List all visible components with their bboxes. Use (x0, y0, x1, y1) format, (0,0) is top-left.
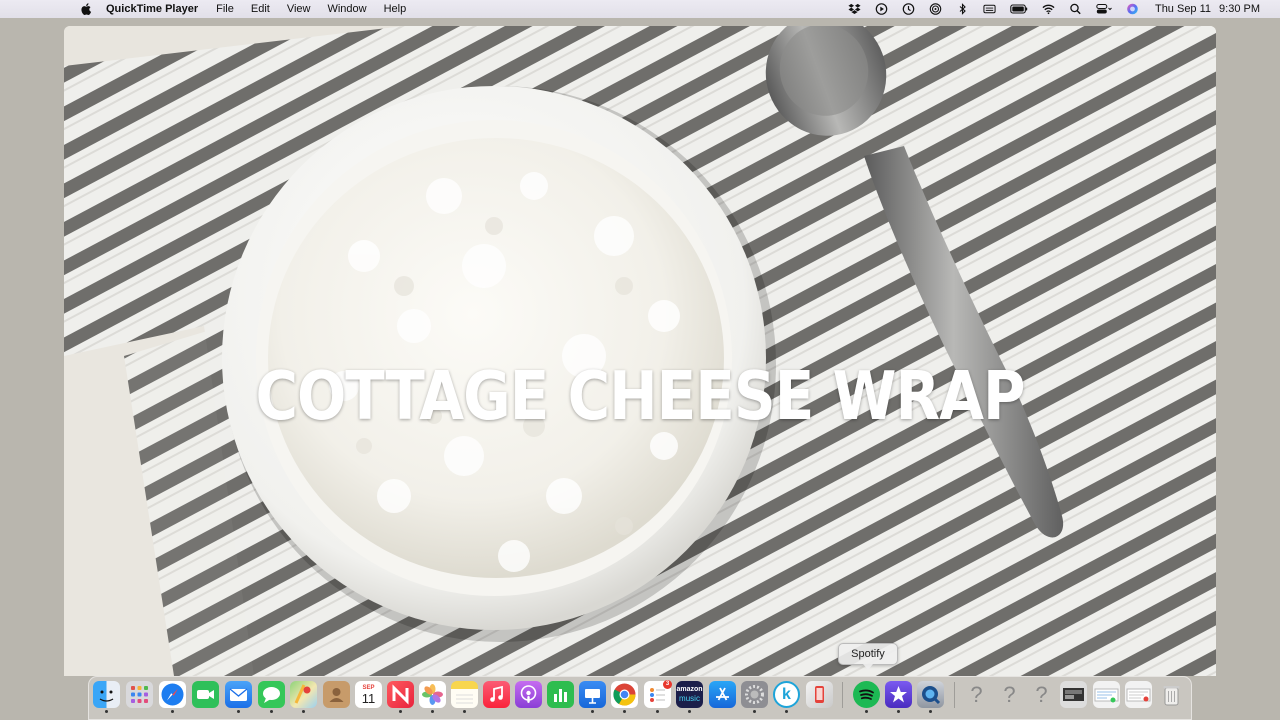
search-icon[interactable] (1069, 3, 1082, 15)
minimized-window-icon[interactable] (1125, 681, 1152, 708)
unknown-app-icon[interactable]: ? (963, 681, 990, 708)
quicktime-player-icon[interactable] (917, 681, 944, 708)
launchpad-icon[interactable] (126, 681, 153, 708)
running-indicator (865, 710, 868, 713)
app-name-menu[interactable]: QuickTime Player (106, 3, 198, 15)
contacts-icon[interactable] (323, 681, 350, 708)
amazon-music-icon[interactable]: amazon music (676, 681, 703, 708)
notes-icon[interactable] (451, 681, 478, 708)
menubar-time[interactable]: 9:30 PM (1219, 3, 1260, 15)
dock-tooltip: Spotify (838, 643, 898, 670)
photos-icon[interactable] (419, 681, 446, 708)
safari-icon[interactable] (159, 681, 186, 708)
running-indicator (237, 710, 240, 713)
menubar-date[interactable]: Thu Sep 11 (1155, 3, 1211, 15)
keyboard-input-icon[interactable] (983, 3, 996, 15)
running-indicator (785, 710, 788, 713)
quicktime-video-window[interactable]: COTTAGE CHEESE WRAP (64, 26, 1216, 676)
spotify-icon[interactable] (853, 681, 880, 708)
menu-view[interactable]: View (287, 3, 311, 15)
video-title-overlay: COTTAGE CHEESE WRAP (255, 356, 1025, 436)
dock-separator (954, 682, 955, 708)
running-indicator (431, 710, 434, 713)
imovie-icon[interactable] (885, 681, 912, 708)
trash-icon[interactable] (1158, 681, 1185, 708)
running-indicator (399, 710, 402, 713)
amazon-music-line1: amazon (676, 686, 703, 693)
reminders-icon[interactable]: 3 (644, 680, 672, 708)
running-indicator (591, 710, 594, 713)
unknown-app-icon[interactable]: ? (996, 681, 1023, 708)
control-center-icon[interactable] (1096, 3, 1112, 15)
k-app-icon[interactable]: k (773, 681, 800, 708)
minimized-window-icon[interactable] (1093, 681, 1120, 708)
numbers-icon[interactable] (547, 681, 574, 708)
keynote-icon[interactable] (579, 681, 606, 708)
chrome-icon[interactable] (611, 681, 638, 708)
facetime-icon[interactable] (192, 681, 219, 708)
k-app-letter: k (782, 685, 791, 703)
running-indicator (171, 710, 174, 713)
menu-file[interactable]: File (216, 3, 234, 15)
bluetooth-icon[interactable] (956, 3, 969, 15)
mail-icon[interactable] (225, 681, 252, 708)
menu-bar: QuickTime Player File Edit View Window H… (0, 0, 1280, 18)
play-circle-icon[interactable] (875, 3, 888, 15)
finder-icon[interactable] (93, 681, 120, 708)
phone-mirroring-icon[interactable] (806, 681, 833, 708)
messages-icon[interactable] (258, 681, 285, 708)
siri-icon[interactable] (1126, 3, 1139, 15)
music-icon[interactable] (483, 681, 510, 708)
battery-icon (1010, 3, 1028, 15)
menu-edit[interactable]: Edit (251, 3, 270, 15)
running-indicator (463, 710, 466, 713)
airdrop-icon[interactable] (929, 3, 942, 15)
running-indicator (753, 710, 756, 713)
running-indicator (105, 710, 108, 713)
apple-menu-icon[interactable] (80, 3, 92, 15)
system-preferences-icon[interactable] (741, 681, 768, 708)
dropbox-icon[interactable] (848, 3, 861, 15)
running-indicator (897, 710, 900, 713)
running-indicator (656, 710, 659, 713)
calendar-day: 11 (361, 690, 376, 706)
dock-separator (842, 682, 843, 708)
menu-help[interactable]: Help (384, 3, 407, 15)
menu-window[interactable]: Window (327, 3, 366, 15)
time-machine-icon[interactable] (902, 3, 915, 15)
reminders-badge: 3 (663, 680, 672, 689)
dock (88, 676, 1192, 720)
running-indicator (623, 710, 626, 713)
running-indicator (688, 710, 691, 713)
running-indicator (929, 710, 932, 713)
unknown-app-icon[interactable]: ? (1028, 681, 1055, 708)
podcasts-icon[interactable] (515, 681, 542, 708)
calendar-icon[interactable]: SEP 11 (355, 681, 382, 708)
app-store-icon[interactable] (709, 681, 736, 708)
maps-icon[interactable] (290, 681, 317, 708)
video-frame (64, 26, 1216, 676)
minimized-window-icon[interactable] (1060, 681, 1087, 708)
running-indicator (302, 710, 305, 713)
wifi-icon[interactable] (1042, 3, 1055, 15)
running-indicator (270, 710, 273, 713)
news-icon[interactable] (387, 681, 414, 708)
amazon-music-line2: music (679, 694, 700, 703)
